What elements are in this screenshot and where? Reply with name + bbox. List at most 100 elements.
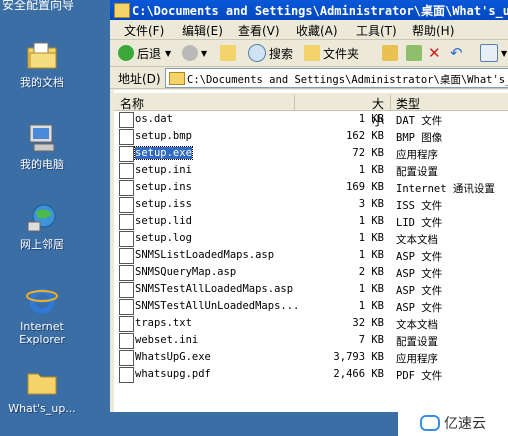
file-name: SNMSTestAllUnLoadedMaps... (135, 300, 300, 312)
file-name: setup.ini (135, 164, 192, 176)
menu-view[interactable]: 查看(V) (238, 22, 280, 39)
file-size: 3,793 KB (333, 351, 384, 363)
file-row[interactable]: setup.ini 1 KB 配置设置 (114, 162, 508, 179)
file-name: setup.exe (134, 146, 193, 160)
file-type: ASP 文件 (396, 285, 443, 297)
file-row[interactable]: setup.iss 3 KB ISS 文件 (114, 196, 508, 213)
file-row[interactable]: webset.ini 7 KB 配置设置 (114, 332, 508, 349)
file-row[interactable]: SNMSQueryMap.asp 2 KB ASP 文件 (114, 264, 508, 281)
file-name: SNMSTestAllLoadedMaps.asp (135, 283, 294, 295)
file-row[interactable]: SNMSListLoadedMaps.asp 1 KB ASP 文件 (114, 247, 508, 264)
file-name: whatsupg.pdf (135, 368, 211, 380)
file-name: setup.lid (135, 215, 192, 227)
file-row[interactable]: setup.ins 169 KB Internet 通讯设置 (114, 179, 508, 196)
file-size: 7 KB (358, 334, 384, 346)
window-titlebar[interactable]: C:\Documents and Settings\Administrator\… (110, 0, 508, 20)
file-size: 1 KB (358, 249, 384, 261)
desktop-icon-network-places[interactable]: 网上邻居 (4, 202, 80, 251)
file-name: SNMSQueryMap.asp (135, 266, 237, 278)
desktop-icon-my-computer[interactable]: 我的电脑 (4, 122, 80, 171)
file-icon (119, 180, 134, 196)
file-row[interactable]: SNMSTestAllUnLoadedMaps... 1 KB ASP 文件 (114, 298, 508, 315)
file-row[interactable]: whatsupg.pdf 2,466 KB PDF 文件 (114, 366, 508, 383)
file-icon (119, 367, 134, 383)
file-type: ASP 文件 (396, 302, 443, 314)
back-arrow-icon (118, 45, 134, 61)
folder-icon (26, 366, 58, 398)
my-documents-icon (26, 40, 58, 72)
file-row[interactable]: setup.exe 72 KB 应用程序 (114, 145, 508, 162)
chevron-down-icon: ▼ (501, 48, 508, 58)
delete-button[interactable]: ✕ (428, 44, 441, 62)
copy-to-button[interactable] (406, 44, 425, 62)
file-icon (119, 231, 134, 247)
file-type: 配置设置 (396, 166, 438, 178)
file-type: ASP 文件 (396, 251, 443, 263)
move-to-icon (382, 45, 398, 61)
file-name: os.dat (135, 113, 173, 125)
desktop-icon-my-documents[interactable]: 我的文档 (4, 40, 80, 89)
file-name: setup.ins (135, 181, 192, 193)
file-size: 3 KB (358, 198, 384, 210)
window-title: C:\Documents and Settings\Administrator\… (132, 4, 508, 18)
file-icon (119, 129, 134, 145)
folders-button[interactable]: 文件夹 (304, 44, 359, 62)
back-button[interactable]: 后退 ▼ (118, 44, 171, 62)
file-size: 1 KB (358, 232, 384, 244)
move-to-button[interactable] (382, 44, 401, 62)
file-row[interactable]: setup.log 1 KB 文本文档 (114, 230, 508, 247)
column-header-name[interactable]: 名称 (120, 95, 144, 112)
file-name: webset.ini (135, 334, 199, 346)
file-type: ISS 文件 (396, 200, 443, 212)
file-name: setup.iss (135, 198, 192, 210)
forward-arrow-icon (182, 45, 198, 61)
file-size: 2,466 KB (333, 368, 384, 380)
folder-icon (114, 3, 130, 18)
menu-favorites[interactable]: 收藏(A) (296, 22, 338, 39)
file-icon (119, 265, 134, 281)
search-button[interactable]: 搜索 (248, 44, 293, 62)
file-size: 72 KB (352, 147, 384, 159)
network-places-icon (26, 202, 58, 234)
file-row[interactable]: setup.bmp 162 KB BMP 图像 (114, 128, 508, 145)
views-button[interactable]: ▼ (480, 44, 507, 62)
undo-button[interactable]: ↶ (450, 44, 463, 62)
file-name: setup.log (135, 232, 192, 244)
file-icon (119, 299, 134, 315)
address-input[interactable]: C:\Documents and Settings\Administrator\… (165, 68, 508, 88)
menu-edit[interactable]: 编辑(E) (182, 22, 223, 39)
file-size: 32 KB (352, 317, 384, 329)
column-header-type[interactable]: 类型 (396, 95, 420, 112)
file-icon (119, 112, 134, 128)
menu-tools[interactable]: 工具(T) (356, 22, 397, 39)
menu-file[interactable]: 文件(F) (124, 22, 164, 39)
column-divider[interactable] (390, 95, 391, 110)
up-folder-icon (220, 45, 236, 61)
menu-bar: 文件(F) 编辑(E) 查看(V) 收藏(A) 工具(T) 帮助(H) (110, 20, 508, 40)
file-icon (119, 333, 134, 349)
file-row[interactable]: setup.lid 1 KB LID 文件 (114, 213, 508, 230)
file-size: 169 KB (346, 181, 384, 193)
column-divider[interactable] (294, 95, 295, 110)
file-icon (119, 197, 134, 213)
chevron-down-icon: ▼ (165, 48, 172, 58)
desktop-icon-whatsup-folder[interactable]: What's_up... (4, 366, 80, 415)
address-label: 地址(D) (118, 72, 161, 86)
file-row[interactable]: WhatsUpG.exe 3,793 KB 应用程序 (114, 349, 508, 366)
menu-help[interactable]: 帮助(H) (412, 22, 454, 39)
file-type: PDF 文件 (396, 370, 443, 382)
watermark-text: 亿速云 (444, 416, 486, 432)
desktop-icon-internet-explorer[interactable]: Internet Explorer (4, 284, 80, 346)
file-type: 应用程序 (396, 149, 438, 161)
file-type: LID 文件 (396, 217, 443, 229)
file-row[interactable]: os.dat 1 KB DAT 文件 (114, 111, 508, 128)
watermark: 亿速云 (398, 410, 508, 436)
cloud-logo-icon (420, 415, 440, 431)
file-row[interactable]: SNMSTestAllLoadedMaps.asp 1 KB ASP 文件 (114, 281, 508, 298)
file-row[interactable]: traps.txt 32 KB 文本文档 (114, 315, 508, 332)
file-type: BMP 图像 (396, 132, 443, 144)
up-folder-button[interactable] (220, 44, 239, 62)
desktop-top-label: 安全配置向导 (2, 0, 75, 12)
file-icon (119, 146, 134, 162)
forward-button[interactable]: ▼ (182, 44, 207, 62)
